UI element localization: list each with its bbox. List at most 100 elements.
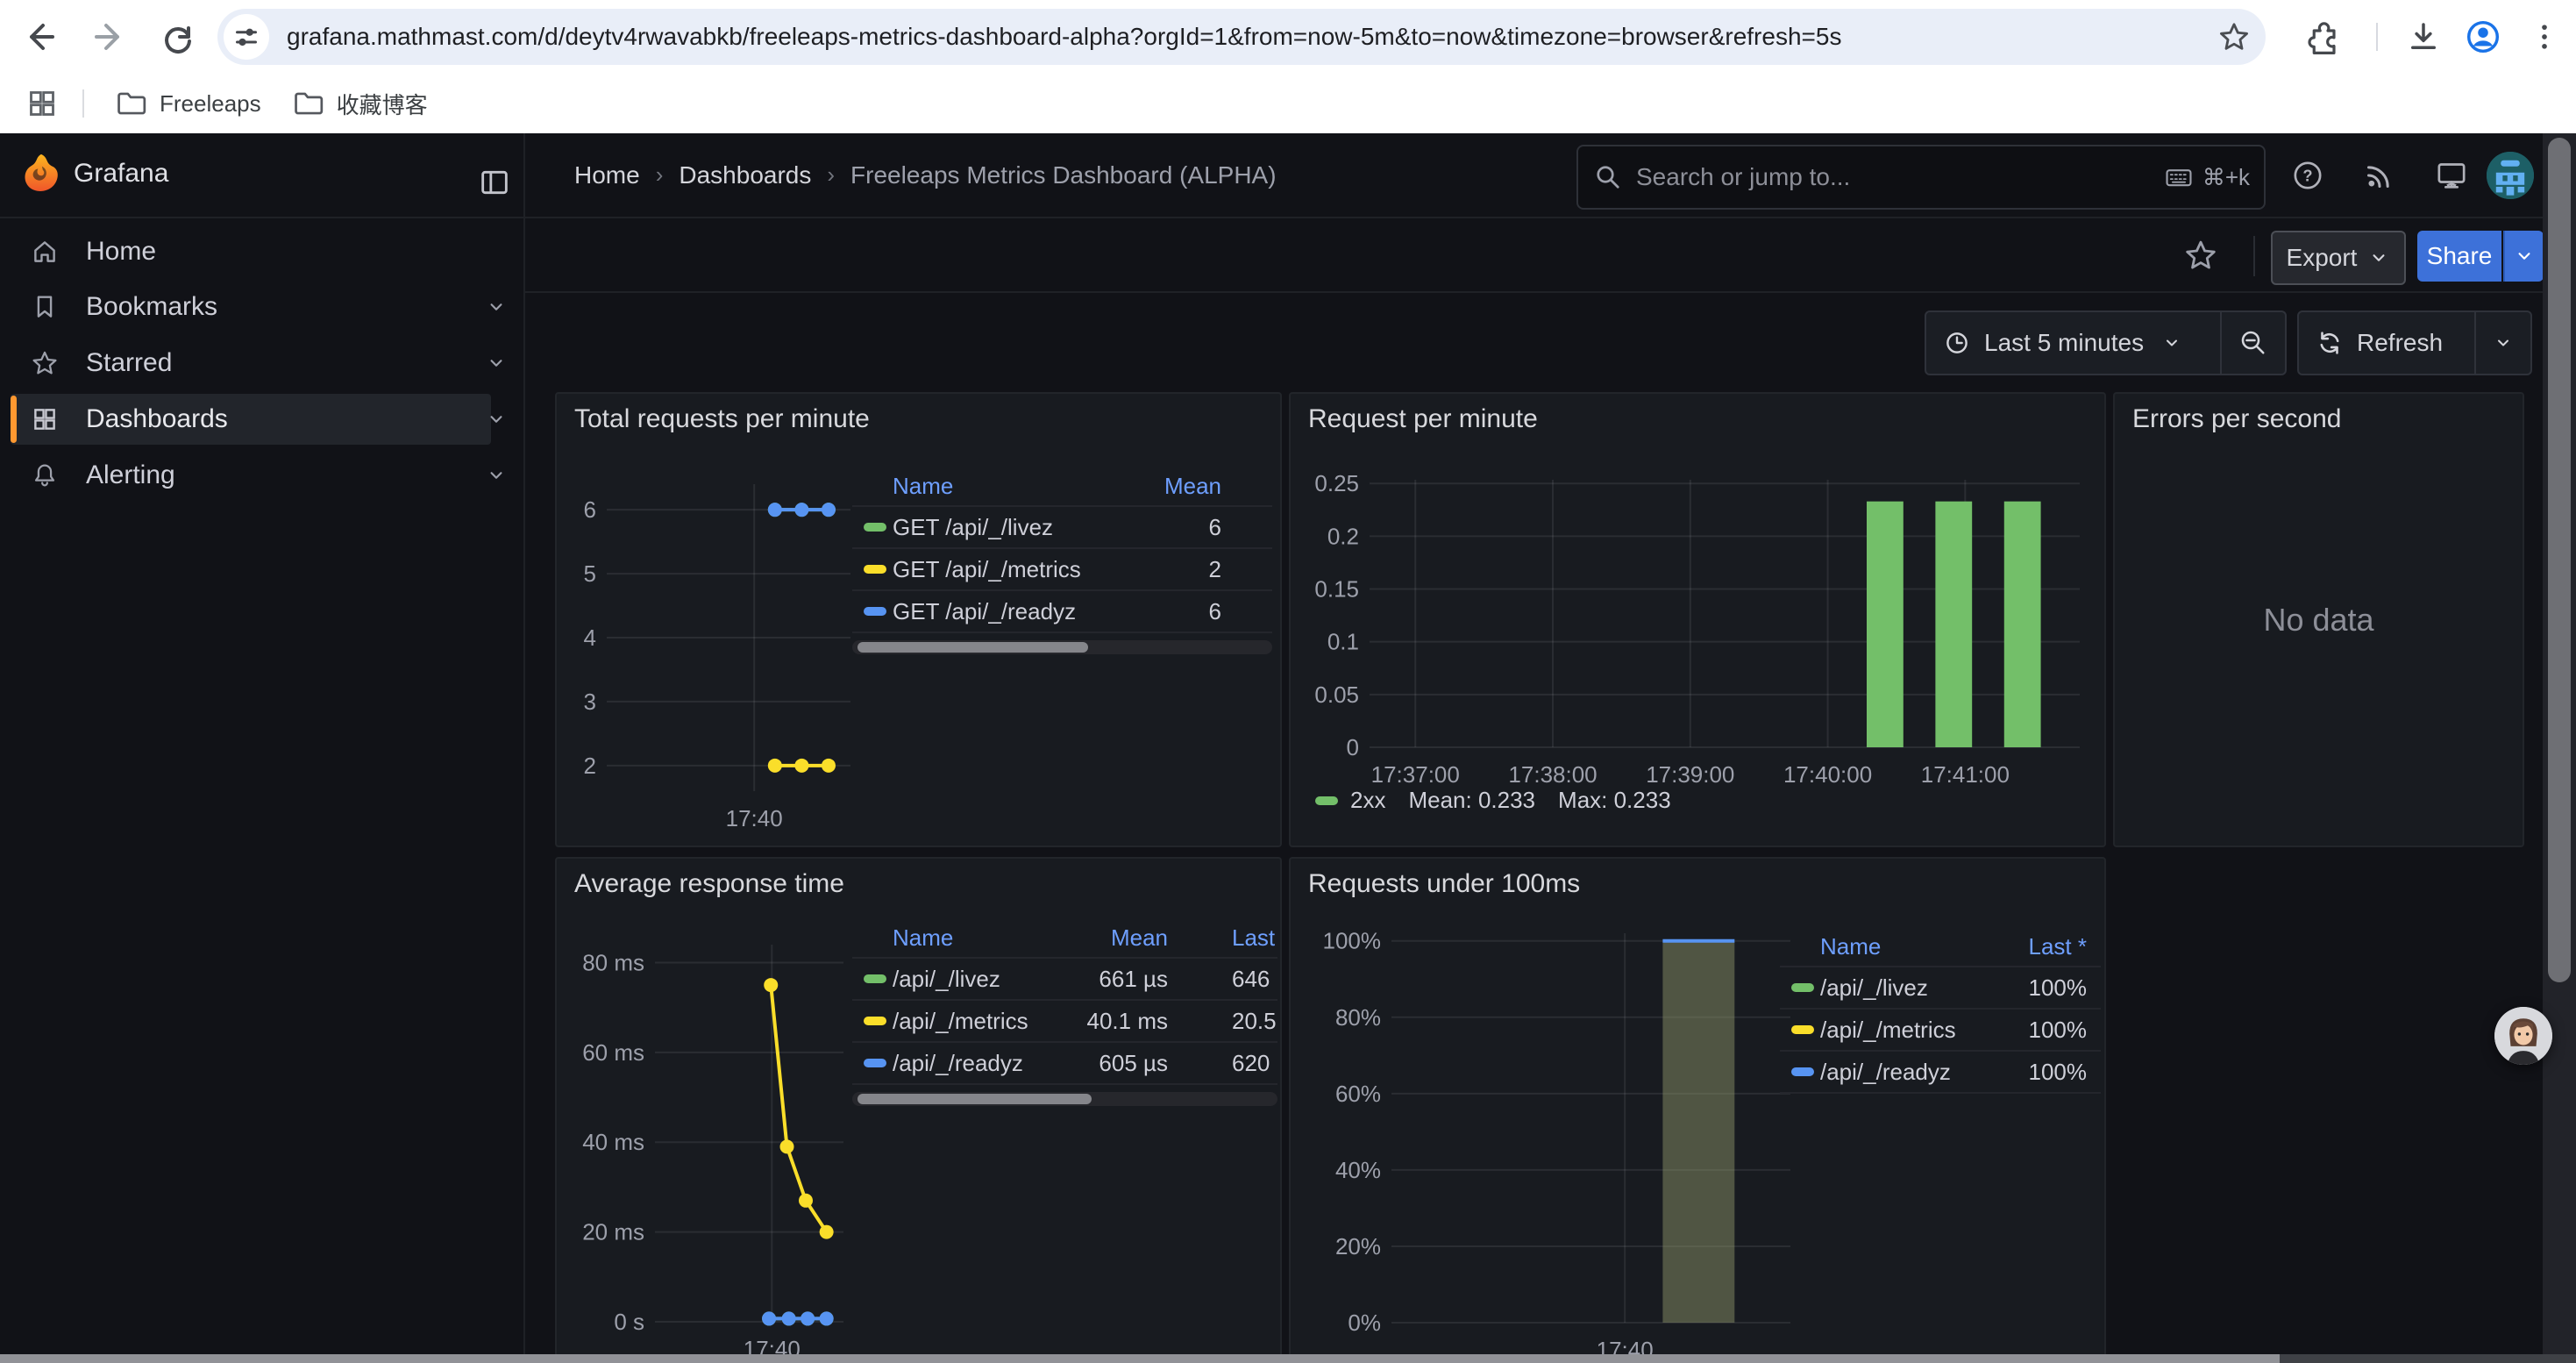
help-button[interactable]: ? xyxy=(2283,151,2332,200)
puzzle-icon xyxy=(2303,18,2340,55)
legend-series-name[interactable]: /api/_/readyz xyxy=(893,1050,1054,1077)
horizontal-scrollbar-thumb[interactable] xyxy=(0,1354,2280,1363)
extensions-button[interactable] xyxy=(2299,14,2345,60)
legend-scrollbar-thumb[interactable] xyxy=(857,642,1088,653)
refresh-button[interactable]: Refresh xyxy=(2299,328,2474,358)
star-icon xyxy=(2182,237,2219,274)
share-button[interactable]: Share xyxy=(2417,231,2501,282)
sidebar-dashboards-expand[interactable] xyxy=(479,394,514,445)
bookmark-page-button[interactable] xyxy=(2217,19,2252,54)
sidebar-alerting-expand[interactable] xyxy=(479,450,514,501)
sidebar-item-starred[interactable]: Starred xyxy=(11,338,491,389)
svg-text:0.15: 0.15 xyxy=(1314,576,1359,603)
site-settings-button[interactable] xyxy=(224,14,269,60)
mega-menu-toggle[interactable] xyxy=(470,158,519,207)
sidebar-item-home[interactable]: Home xyxy=(11,226,491,277)
refresh-controls: Refresh xyxy=(2297,310,2532,375)
legend-scrollbar-thumb[interactable] xyxy=(857,1094,1092,1104)
refresh-interval-button[interactable] xyxy=(2474,312,2530,374)
apps-grid-icon xyxy=(25,86,60,121)
header-separator xyxy=(2253,236,2255,276)
svg-text:17:40: 17:40 xyxy=(726,805,783,831)
vertical-scrollbar-thumb[interactable] xyxy=(2548,138,2571,982)
series-swatch xyxy=(864,523,886,532)
apps-icon xyxy=(30,404,60,434)
monitor-icon xyxy=(2434,158,2469,193)
bell-icon xyxy=(30,460,60,490)
user-avatar[interactable] xyxy=(2487,152,2534,199)
legend-series-name[interactable]: GET /api/_/metrics xyxy=(893,556,1121,583)
legend-mean: Mean: 0.233 xyxy=(1408,787,1535,814)
search-icon xyxy=(1592,161,1624,193)
sidebar-starred-expand[interactable] xyxy=(479,338,514,389)
sidebar-item-dashboards[interactable]: Dashboards xyxy=(11,394,491,445)
sidebar-item-bookmarks[interactable]: Bookmarks xyxy=(11,282,491,332)
legend-row: GET /api/_/metrics 2 xyxy=(852,549,1272,591)
timeseries-chart: 6543217:40 xyxy=(563,458,852,831)
search-input[interactable]: Search or jump to... ⌘+k xyxy=(1576,145,2266,210)
legend-mean-value: 2 xyxy=(1121,556,1272,583)
panel-title[interactable]: Total requests per minute xyxy=(574,404,870,434)
series-swatch xyxy=(1791,1067,1814,1076)
grafana-logo[interactable] xyxy=(21,153,61,195)
legend-header-name[interactable]: Name xyxy=(1820,933,1996,960)
apps-grid-button[interactable] xyxy=(25,86,60,121)
legend-series-name[interactable]: /api/_/readyz xyxy=(1820,1059,1996,1086)
address-bar[interactable]: grafana.mathmast.com/d/deytv4rwavabkb/fr… xyxy=(217,9,2266,65)
export-button[interactable]: Export xyxy=(2271,231,2406,285)
panel-legend-table: Name Last * /api/_/livez 100% /api/_/met… xyxy=(1780,927,2101,1094)
legend-series-name[interactable]: /api/_/metrics xyxy=(893,1008,1054,1035)
svg-text:6: 6 xyxy=(584,496,596,523)
breadcrumb-dashboards[interactable]: Dashboards xyxy=(679,161,811,189)
legend-header-last[interactable]: Last * xyxy=(1996,933,2101,960)
favorite-dashboard-button[interactable] xyxy=(2176,231,2225,280)
legend-last-value: 100% xyxy=(1996,974,2101,1002)
bookmark-folder-freeleaps[interactable]: Freeleaps xyxy=(114,87,261,120)
share-menu-button[interactable] xyxy=(2503,231,2544,282)
assistant-avatar[interactable] xyxy=(2494,1007,2552,1065)
panel-title[interactable]: Average response time xyxy=(574,869,844,899)
sidebar-item-alerting[interactable]: Alerting xyxy=(11,450,491,501)
bookmarks-bar: Freeleaps 收藏博客 xyxy=(0,74,2576,133)
legend-series-name[interactable]: /api/_/livez xyxy=(1820,974,1996,1002)
legend-header-mean[interactable]: Mean xyxy=(1054,924,1168,952)
browser-menu-button[interactable] xyxy=(2522,14,2567,60)
legend-mean-value: 6 xyxy=(1121,598,1272,625)
legend-row: /api/_/metrics 40.1 ms 20.5 m xyxy=(852,1001,1277,1043)
chevron-down-icon xyxy=(2367,246,2390,269)
legend-scrollbar[interactable] xyxy=(852,1092,1277,1106)
svg-text:0.05: 0.05 xyxy=(1314,682,1359,708)
sidebar-bookmarks-expand[interactable] xyxy=(479,282,514,332)
zoom-out-time-button[interactable] xyxy=(2220,312,2285,374)
downloads-button[interactable] xyxy=(2401,14,2446,60)
browser-profile-button[interactable] xyxy=(2460,14,2506,60)
news-button[interactable] xyxy=(2355,151,2404,200)
legend-series-name[interactable]: GET /api/_/readyz xyxy=(893,598,1121,625)
browser-forward-button[interactable] xyxy=(86,14,132,60)
svg-text:2: 2 xyxy=(584,753,596,779)
panel-average-response-time: Average response time 80 ms60 ms40 ms20 … xyxy=(555,857,1282,1363)
kebab-menu-icon xyxy=(2527,19,2562,54)
browser-reload-button[interactable] xyxy=(154,14,200,60)
legend-series-name[interactable]: 2xx xyxy=(1350,787,1385,814)
panel-title[interactable]: Request per minute xyxy=(1308,404,1538,434)
legend-series-name[interactable]: /api/_/livez xyxy=(893,966,1054,993)
legend-series-name[interactable]: /api/_/metrics xyxy=(1820,1017,1996,1044)
browser-back-button[interactable] xyxy=(18,14,63,60)
panel-title[interactable]: Requests under 100ms xyxy=(1308,869,1580,899)
legend-header-name[interactable]: Name xyxy=(893,473,1121,500)
legend-series-name[interactable]: GET /api/_/livez xyxy=(893,514,1121,541)
legend-header-name[interactable]: Name xyxy=(893,924,1054,952)
back-arrow-icon xyxy=(21,18,60,56)
clock-icon xyxy=(1942,328,1972,358)
display-button[interactable] xyxy=(2427,151,2476,200)
breadcrumb-home[interactable]: Home xyxy=(574,161,640,189)
toolbar-separator xyxy=(2376,23,2378,51)
legend-header-mean[interactable]: Mean xyxy=(1121,473,1272,500)
legend-scrollbar[interactable] xyxy=(852,640,1272,654)
svg-text:3: 3 xyxy=(584,689,596,715)
legend-mean-value: 605 µs xyxy=(1054,1050,1168,1077)
bookmark-folder-blogs[interactable]: 收藏博客 xyxy=(291,87,428,120)
legend-header-last[interactable]: Last * xyxy=(1168,924,1277,952)
time-range-button[interactable]: Last 5 minutes xyxy=(1926,328,2220,358)
